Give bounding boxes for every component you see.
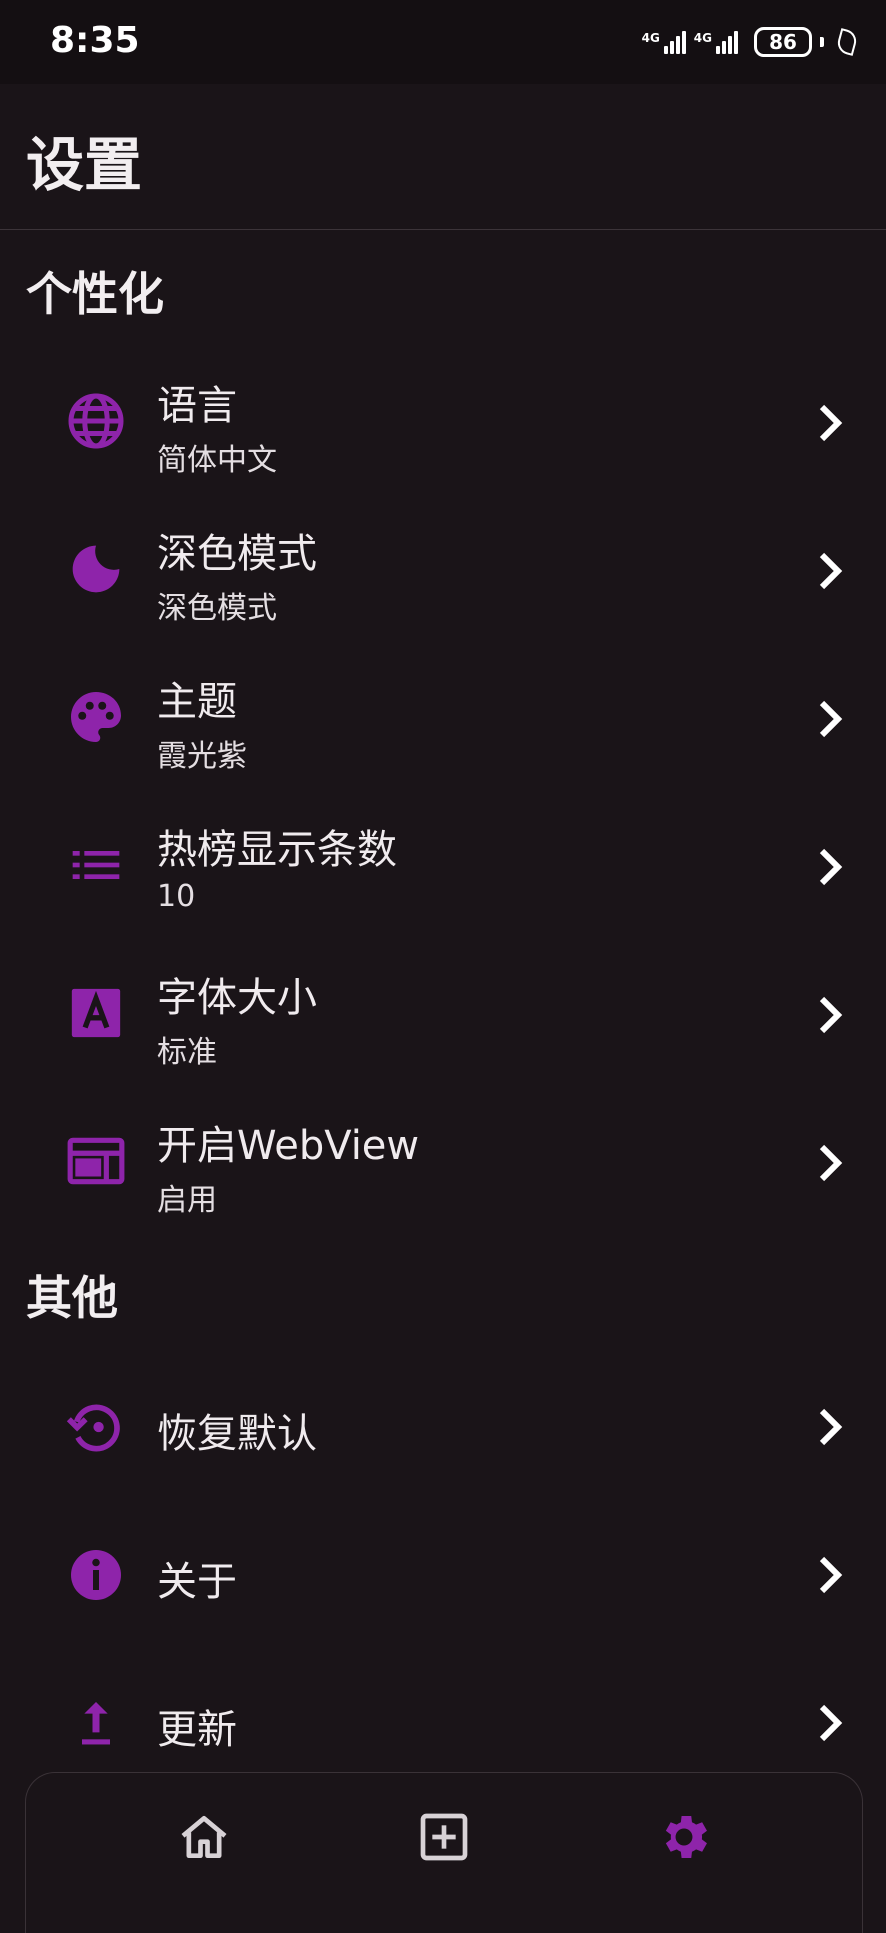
upload-icon xyxy=(64,1691,128,1755)
setting-title: 开启WebView xyxy=(157,1123,420,1169)
setting-title: 恢复默认 xyxy=(157,1411,317,1457)
list-icon xyxy=(64,833,128,897)
setting-title: 更新 xyxy=(157,1707,237,1753)
setting-value: 标准 xyxy=(157,1035,217,1070)
nav-settings-button[interactable] xyxy=(654,1807,714,1867)
setting-value: 深色模式 xyxy=(157,591,277,626)
setting-title: 关于 xyxy=(157,1559,237,1605)
setting-value: 简体中文 xyxy=(157,443,277,478)
status-indicators: 4G 4G 86 xyxy=(641,24,859,60)
chevron-right-icon xyxy=(819,848,843,886)
info-icon xyxy=(64,1543,128,1607)
moon-icon xyxy=(64,537,128,601)
setting-value: 霞光紫 xyxy=(157,739,247,774)
setting-about[interactable]: 关于 xyxy=(0,1501,886,1649)
section-title-personalization: 个性化 xyxy=(26,267,164,321)
battery-icon: 86 xyxy=(754,27,812,57)
setting-language[interactable]: 语言 简体中文 xyxy=(0,349,886,497)
setting-restore-defaults[interactable]: 恢复默认 xyxy=(0,1353,886,1501)
network-type-label: 4G xyxy=(693,30,712,45)
chevron-right-icon xyxy=(819,404,843,442)
settings-gear-icon xyxy=(665,1815,707,1859)
setting-value: 10 xyxy=(157,879,196,914)
setting-title: 主题 xyxy=(157,679,237,725)
signal-icon: 4G xyxy=(641,30,686,54)
power-saving-icon xyxy=(835,28,859,56)
chevron-right-icon xyxy=(819,700,843,738)
signal-icon: 4G xyxy=(693,30,738,54)
chevron-right-icon xyxy=(819,1144,843,1182)
setting-title: 热榜显示条数 xyxy=(157,827,397,873)
network-type-label: 4G xyxy=(641,30,660,45)
nav-add-button[interactable] xyxy=(414,1807,474,1867)
chevron-right-icon xyxy=(819,996,843,1034)
setting-value: 启用 xyxy=(157,1183,217,1218)
bottom-navigation xyxy=(25,1772,863,1933)
setting-hot-list-count[interactable]: 热榜显示条数 10 xyxy=(0,793,886,941)
font-size-icon xyxy=(64,981,128,1045)
chevron-right-icon xyxy=(819,1556,843,1594)
chevron-right-icon xyxy=(819,552,843,590)
header-divider xyxy=(0,229,886,230)
section-title-other: 其他 xyxy=(26,1271,118,1325)
globe-icon xyxy=(64,389,128,453)
home-icon xyxy=(181,1816,227,1858)
status-time: 8:35 xyxy=(50,20,140,61)
status-bar: 8:35 4G 4G 86 xyxy=(0,0,886,84)
setting-dark-mode[interactable]: 深色模式 深色模式 xyxy=(0,497,886,645)
webview-icon xyxy=(64,1129,128,1193)
chevron-right-icon xyxy=(819,1408,843,1446)
setting-theme[interactable]: 主题 霞光紫 xyxy=(0,645,886,793)
add-box-icon xyxy=(420,1813,468,1861)
chevron-right-icon xyxy=(819,1704,843,1742)
setting-font-size[interactable]: 字体大小 标准 xyxy=(0,941,886,1089)
restore-icon xyxy=(64,1395,128,1459)
page-title: 设置 xyxy=(26,131,143,199)
setting-webview[interactable]: 开启WebView 启用 xyxy=(0,1089,886,1237)
palette-icon xyxy=(64,685,128,749)
setting-title: 深色模式 xyxy=(157,531,317,577)
nav-home-button[interactable] xyxy=(174,1807,234,1867)
setting-title: 语言 xyxy=(157,383,237,429)
setting-title: 字体大小 xyxy=(157,975,317,1021)
